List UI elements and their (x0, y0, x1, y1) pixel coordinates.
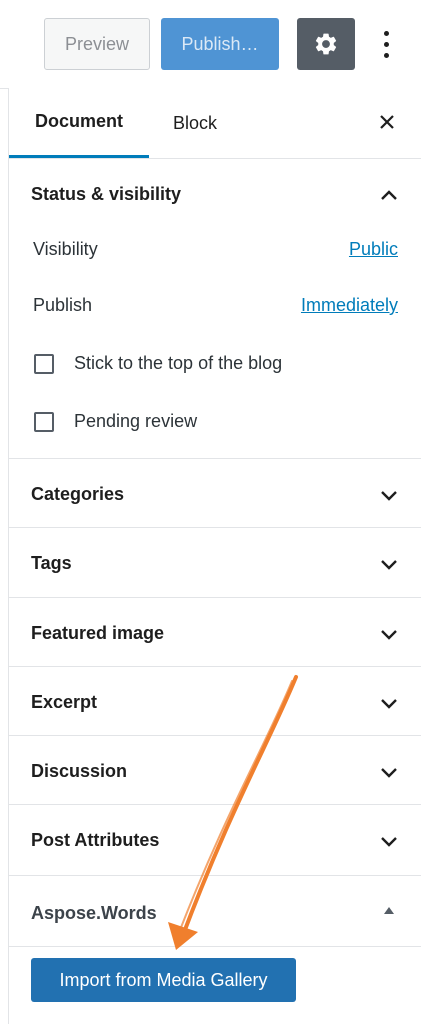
tab-block[interactable]: Block (173, 88, 233, 158)
chevron-down-icon (381, 491, 397, 501)
preview-button[interactable]: Preview (44, 18, 150, 70)
panel-title: Post Attributes (31, 830, 160, 850)
triangle-up-icon (384, 907, 394, 914)
panel-divider (9, 527, 421, 528)
chevron-down-icon (381, 699, 397, 709)
sticky-checkbox[interactable] (34, 354, 54, 374)
visibility-label: Visibility (33, 239, 98, 259)
publish-button[interactable]: Publish… (161, 18, 279, 70)
panel-divider (9, 735, 421, 736)
editor-toolbar: Preview Publish… (0, 0, 421, 89)
chevron-down-icon (381, 837, 397, 847)
panel-title: Discussion (31, 761, 128, 781)
chevron-down-icon (381, 768, 397, 778)
pending-review-checkbox[interactable] (34, 412, 54, 432)
tab-document[interactable]: Document (9, 88, 149, 158)
publish-label: Publish (33, 295, 93, 315)
panel-title: Tags (31, 553, 72, 573)
status-visibility-toggle[interactable]: Status & visibility (31, 184, 181, 205)
panel-divider (9, 666, 421, 667)
chevron-down-icon (381, 630, 397, 640)
settings-sidebar: Document Block Status & visibility Visib… (8, 88, 421, 1024)
panel-title: Categories (31, 484, 125, 504)
publish-date-link[interactable]: Immediately (301, 295, 398, 316)
panel-title: Excerpt (31, 692, 98, 712)
chevron-down-icon (381, 560, 397, 570)
sidebar-tabs: Document Block (9, 88, 421, 159)
panel-divider (9, 946, 421, 947)
panel-title: Featured image (31, 623, 165, 643)
chevron-up-icon[interactable] (379, 188, 399, 202)
more-options-button[interactable] (372, 22, 400, 66)
pending-review-label: Pending review (74, 411, 198, 431)
settings-button[interactable] (297, 18, 355, 70)
panel-divider (9, 597, 421, 598)
panel-divider (9, 458, 421, 459)
aspose-panel-title: Aspose.Words (31, 903, 157, 923)
visibility-value-link[interactable]: Public (349, 239, 398, 260)
gear-icon (315, 33, 337, 55)
close-icon[interactable] (375, 110, 399, 134)
import-from-media-gallery-button[interactable]: Import from Media Gallery (31, 958, 296, 1002)
sticky-checkbox-label: Stick to the top of the blog (74, 353, 283, 373)
panel-divider (9, 875, 421, 876)
panel-divider (9, 804, 421, 805)
vertical-ellipsis-icon (383, 30, 389, 36)
